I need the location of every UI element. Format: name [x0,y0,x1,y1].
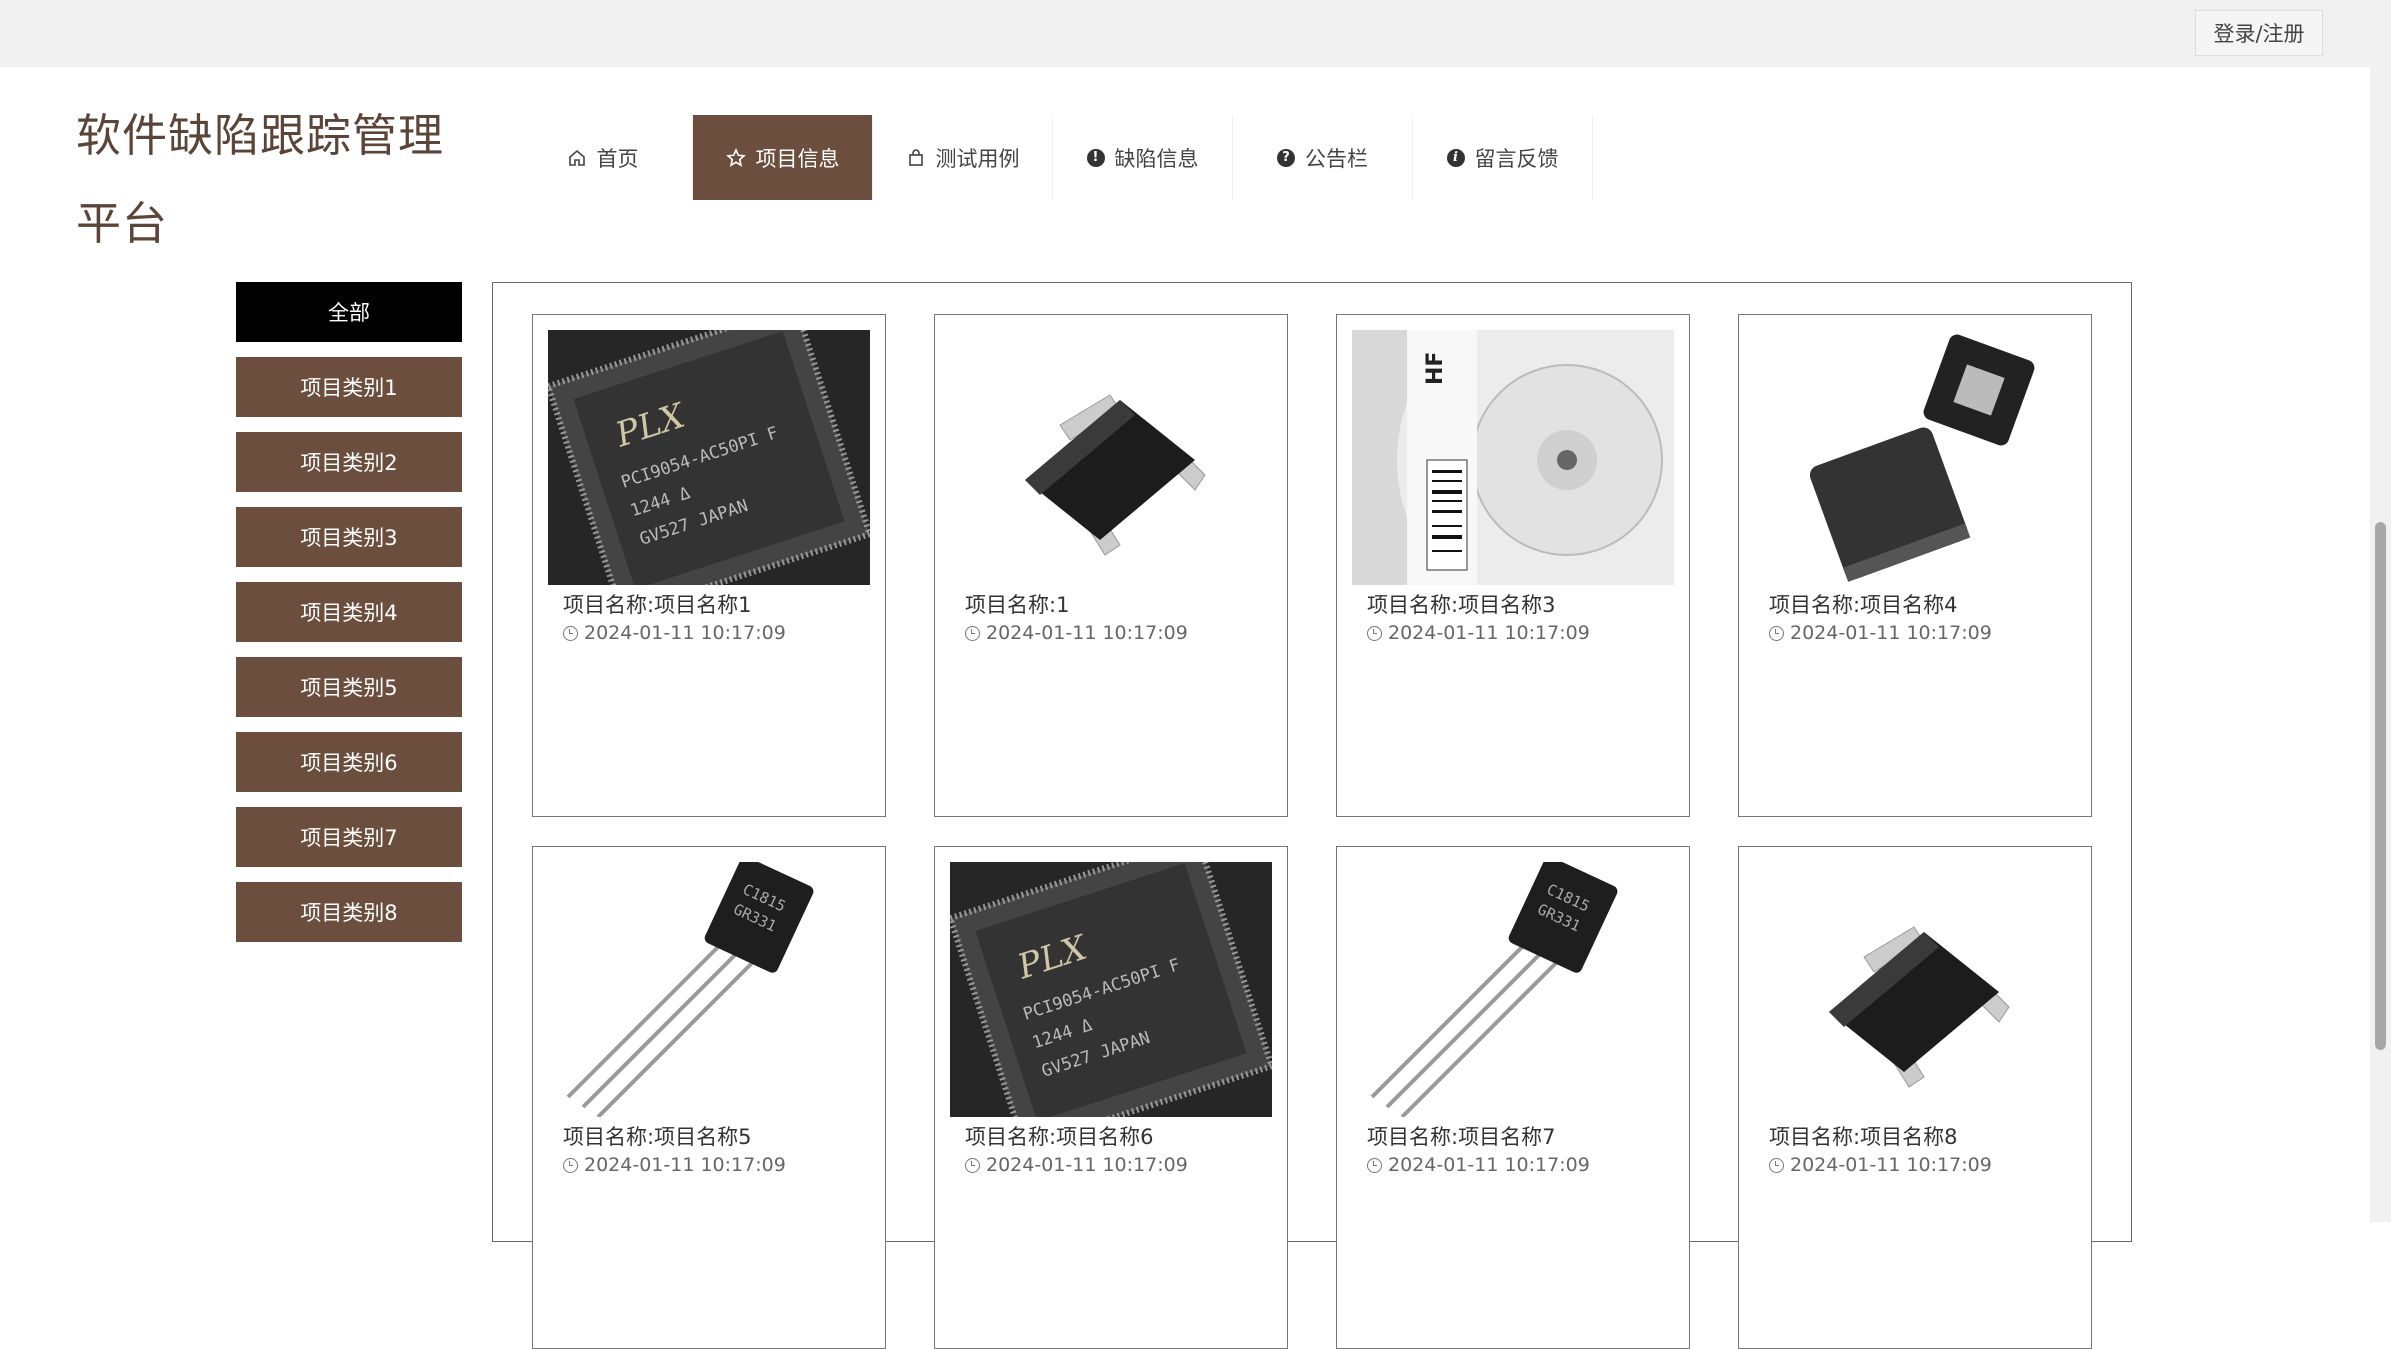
svg-text:HF: HF [1423,352,1448,385]
category-sidebar: 全部 项目类别1 项目类别2 项目类别3 项目类别4 项目类别5 项目类别6 项… [236,282,462,957]
project-grid: PLX PCI9054-AC50PI F 1244 Δ GV527 JAPAN … [492,282,2132,1349]
sot23-transistor-image[interactable] [950,330,1272,585]
nav-item-project-info[interactable]: 项目信息 [693,115,873,200]
project-name: 项目名称:项目名称3 [1367,593,1556,617]
project-time: 2024-01-11 10:17:09 [563,622,786,644]
sot23-transistor-image[interactable] [1754,862,2076,1117]
category-item[interactable]: 项目类别1 [236,357,462,417]
nav-item-test-cases[interactable]: 测试用例 [873,115,1053,200]
project-time: 2024-01-11 10:17:09 [1769,1154,1992,1176]
project-time: 2024-01-11 10:17:09 [1769,622,1992,644]
star-icon [725,147,746,168]
nav-label: 测试用例 [935,146,1020,171]
to92-transistor-image[interactable]: C1815 GR331 [548,862,870,1117]
shopping-bag-icon [906,148,926,168]
project-time-text: 2024-01-11 10:17:09 [584,1154,786,1176]
category-item[interactable]: 项目类别2 [236,432,462,492]
category-item[interactable]: 项目类别7 [236,807,462,867]
project-time-text: 2024-01-11 10:17:09 [584,622,786,644]
project-card[interactable]: PLX PCI9054-AC50PI F 1244 Δ GV527 JAPAN … [532,314,886,817]
clock-icon [563,1157,578,1173]
qfp-chip-image[interactable]: PLX PCI9054-AC50PI F 1244 Δ GV527 JAPAN [950,862,1272,1117]
project-time-text: 2024-01-11 10:17:09 [1388,1154,1590,1176]
nav-item-defect-info[interactable]: ! 缺陷信息 [1053,115,1233,200]
scrollbar-thumb[interactable] [2375,522,2386,1050]
project-name: 项目名称:项目名称4 [1769,593,1958,617]
project-time-text: 2024-01-11 10:17:09 [986,622,1188,644]
project-name: 项目名称:项目名称5 [563,1125,752,1149]
nav-label: 留言反馈 [1474,146,1559,171]
category-item[interactable]: 项目类别8 [236,882,462,942]
project-name: 项目名称:1 [965,593,1070,617]
project-card[interactable]: C1815 GR331 项目名称:项目名称5 2024-01-11 10:17:… [532,846,886,1349]
clock-icon [1769,625,1784,641]
project-time: 2024-01-11 10:17:09 [965,1154,1188,1176]
main-nav: 首页 项目信息 测试用例 ! 缺陷信息 ? 公告栏 i 留言反馈 [513,115,1593,200]
home-icon [567,148,587,168]
qfn-chip-image[interactable] [1754,330,2076,585]
login-register-button[interactable]: 登录/注册 [2195,10,2323,56]
nav-label: 项目信息 [755,146,840,171]
project-card[interactable]: 项目名称:项目名称4 2024-01-11 10:17:09 [1738,314,2092,817]
category-all[interactable]: 全部 [236,282,462,342]
project-time: 2024-01-11 10:17:09 [1367,622,1590,644]
project-card[interactable]: 项目名称:1 2024-01-11 10:17:09 [934,314,1288,817]
exclamation-circle-icon: ! [1086,148,1105,167]
nav-item-bulletin[interactable]: ? 公告栏 [1233,115,1413,200]
clock-icon [965,625,980,641]
component-reel-image[interactable]: HF [1352,330,1674,585]
project-time-text: 2024-01-11 10:17:09 [1790,1154,1992,1176]
clock-icon [1367,1157,1382,1173]
category-item[interactable]: 项目类别3 [236,507,462,567]
project-time-text: 2024-01-11 10:17:09 [986,1154,1188,1176]
project-name: 项目名称:项目名称8 [1769,1125,1958,1149]
nav-label: 首页 [596,146,639,171]
project-card[interactable]: HF 项目名称:项目名称3 2024-01-11 10:17:09 [1336,314,1690,817]
nav-label: 公告栏 [1305,146,1368,171]
clock-icon [563,625,578,641]
project-card[interactable]: 项目名称:项目名称8 2024-01-11 10:17:09 [1738,846,2092,1349]
project-name: 项目名称:项目名称1 [563,593,752,617]
nav-item-feedback[interactable]: i 留言反馈 [1413,115,1593,200]
project-time-text: 2024-01-11 10:17:09 [1790,622,1992,644]
project-card[interactable]: PLX PCI9054-AC50PI F 1244 Δ GV527 JAPAN … [934,846,1288,1349]
top-bar: 登录/注册 [0,0,2391,67]
project-name: 项目名称:项目名称7 [1367,1125,1556,1149]
project-time: 2024-01-11 10:17:09 [965,622,1188,644]
site-title: 软件缺陷跟踪管理平台 [76,109,445,250]
category-item[interactable]: 项目类别4 [236,582,462,642]
nav-label: 缺陷信息 [1114,146,1199,171]
clock-icon [1769,1157,1784,1173]
clock-icon [1367,625,1382,641]
project-time: 2024-01-11 10:17:09 [1367,1154,1590,1176]
project-time-text: 2024-01-11 10:17:09 [1388,622,1590,644]
qfp-chip-image[interactable]: PLX PCI9054-AC50PI F 1244 Δ GV527 JAPAN [548,330,870,585]
project-card[interactable]: C1815 GR331 项目名称:项目名称7 2024-01-11 10:17:… [1336,846,1690,1349]
category-item[interactable]: 项目类别6 [236,732,462,792]
project-time: 2024-01-11 10:17:09 [563,1154,786,1176]
to92-transistor-image[interactable]: C1815 GR331 [1352,862,1674,1117]
nav-item-home[interactable]: 首页 [513,115,693,200]
clock-icon [965,1157,980,1173]
question-circle-icon: ? [1277,148,1295,167]
category-item[interactable]: 项目类别5 [236,657,462,717]
project-name: 项目名称:项目名称6 [965,1125,1154,1149]
info-circle-icon: i [1446,148,1465,167]
